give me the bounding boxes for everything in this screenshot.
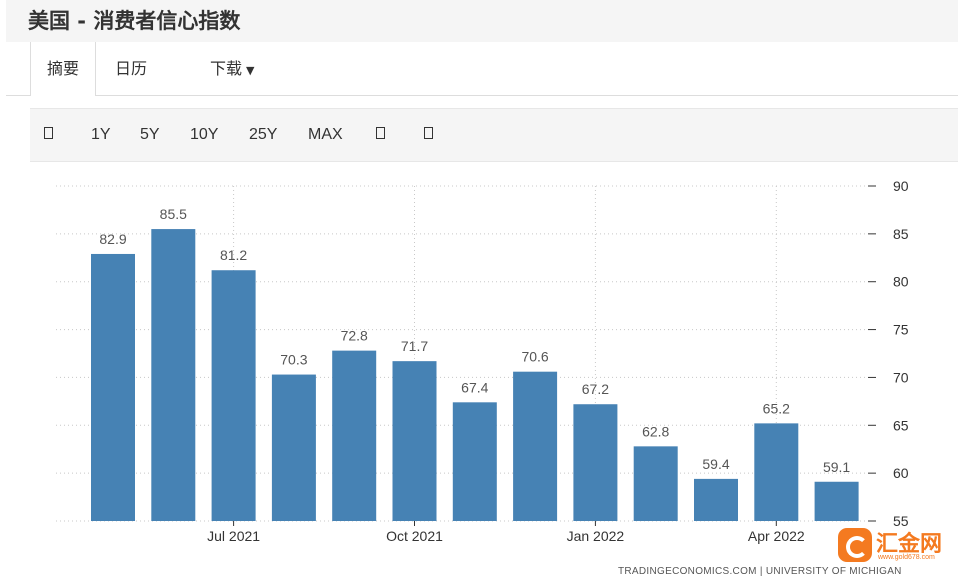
x-tick-label: Apr 2022 [748,528,805,544]
bar [754,423,799,521]
watermark-logo-icon [838,528,872,562]
y-tick-label: 70 [893,369,909,385]
data-label: 67.2 [582,381,609,397]
data-label: 59.4 [702,456,729,472]
y-tick-label: 90 [893,178,909,194]
data-label: 71.7 [401,338,428,354]
bar [573,404,618,521]
bar [332,350,377,521]
y-tick-label: 80 [893,274,909,290]
bar [392,361,437,521]
bar [633,446,678,521]
data-label: 82.9 [99,231,126,247]
y-tick-label: 85 [893,226,909,242]
y-tick-label: 65 [893,417,909,433]
bar [513,371,558,521]
data-label: 70.6 [521,349,548,365]
watermark: 汇金网 www.gold678.com [834,524,944,564]
data-label: 59.1 [823,459,850,475]
bar [452,402,497,521]
x-tick-label: Jan 2022 [567,528,625,544]
x-tick-label: Jul 2021 [207,528,260,544]
bar [271,374,316,521]
bar [91,253,135,521]
data-label: 72.8 [341,328,368,344]
y-tick-label: 60 [893,465,909,481]
y-tick-label: 75 [893,322,909,338]
bar [814,481,859,521]
bar-chart: 5560657075808590Jul 2021 Oct 2021 Jan 2022… [56,178,909,544]
bar [694,478,738,521]
data-label: 70.3 [280,352,307,368]
watermark-url: www.gold678.com [878,554,935,561]
bar [151,229,196,522]
source-footer: TRADINGECONOMICS.COM | UNIVERSITY OF MIC… [618,566,902,577]
x-tick-label: Oct 2021 [386,528,443,544]
data-label: 85.5 [160,206,187,222]
data-label: 65.2 [763,400,790,416]
data-label: 81.2 [220,247,247,263]
bar [211,270,256,521]
data-label: 62.8 [642,423,669,439]
data-label: 67.4 [461,379,488,395]
